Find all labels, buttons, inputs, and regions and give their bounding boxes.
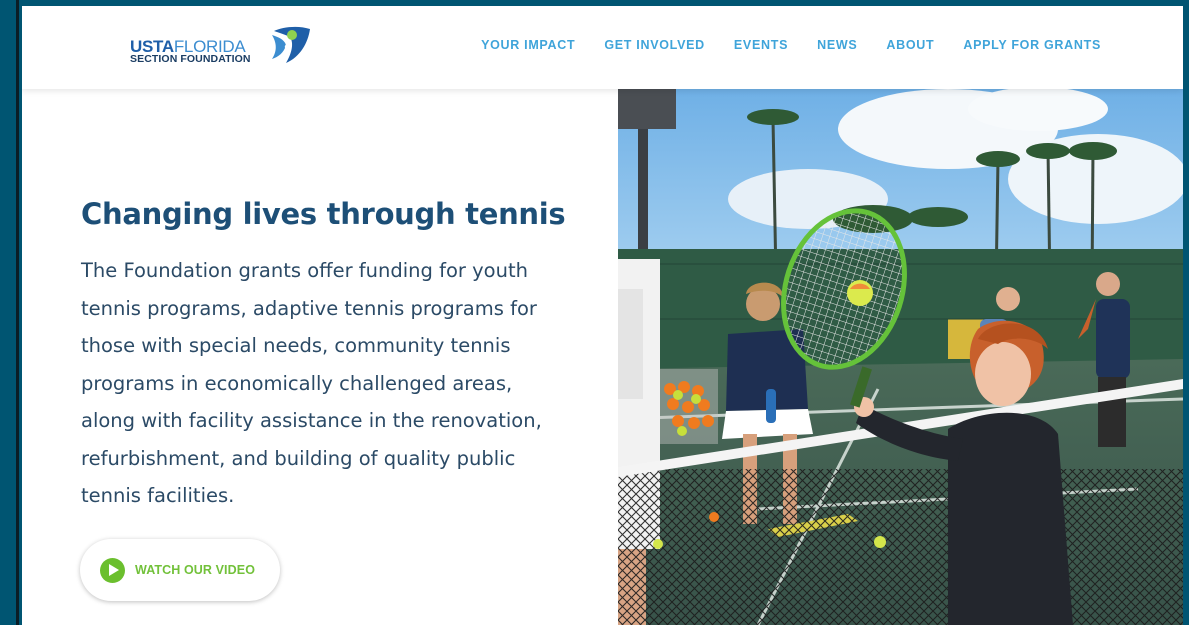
- watch-video-button[interactable]: WATCH OUR VIDEO: [80, 539, 280, 601]
- tennis-player-mark-icon: [272, 26, 310, 63]
- nav-your-impact[interactable]: YOUR IMPACT: [481, 38, 575, 52]
- hero-title: Changing lives through tennis: [81, 197, 566, 231]
- site-logo[interactable]: USTAFLORIDA SECTION FOUNDATION: [130, 25, 310, 67]
- play-circle-icon: [100, 557, 125, 583]
- hero-photo: [618, 89, 1183, 625]
- hero-content: Changing lives through tennis The Founda…: [22, 89, 618, 625]
- logo-subtitle: SECTION FOUNDATION: [130, 53, 251, 65]
- watch-video-label: WATCH OUR VIDEO: [135, 563, 256, 577]
- page: USTAFLORIDA SECTION FOUNDATION YOUR IMPA…: [22, 6, 1183, 625]
- site-header: USTAFLORIDA SECTION FOUNDATION YOUR IMPA…: [22, 6, 1183, 89]
- nav-events[interactable]: EVENTS: [734, 38, 788, 52]
- tennis-court-photo: [618, 89, 1183, 625]
- hero-description: The Foundation grants offer funding for …: [81, 259, 542, 507]
- nav-apply-for-grants[interactable]: APPLY FOR GRANTS: [963, 38, 1101, 52]
- main-nav: YOUR IMPACT GET INVOLVED EVENTS NEWS ABO…: [452, 38, 1101, 52]
- window-frame: [0, 0, 19, 625]
- nav-news[interactable]: NEWS: [817, 38, 857, 52]
- nav-about[interactable]: ABOUT: [886, 38, 934, 52]
- nav-get-involved[interactable]: GET INVOLVED: [604, 38, 705, 52]
